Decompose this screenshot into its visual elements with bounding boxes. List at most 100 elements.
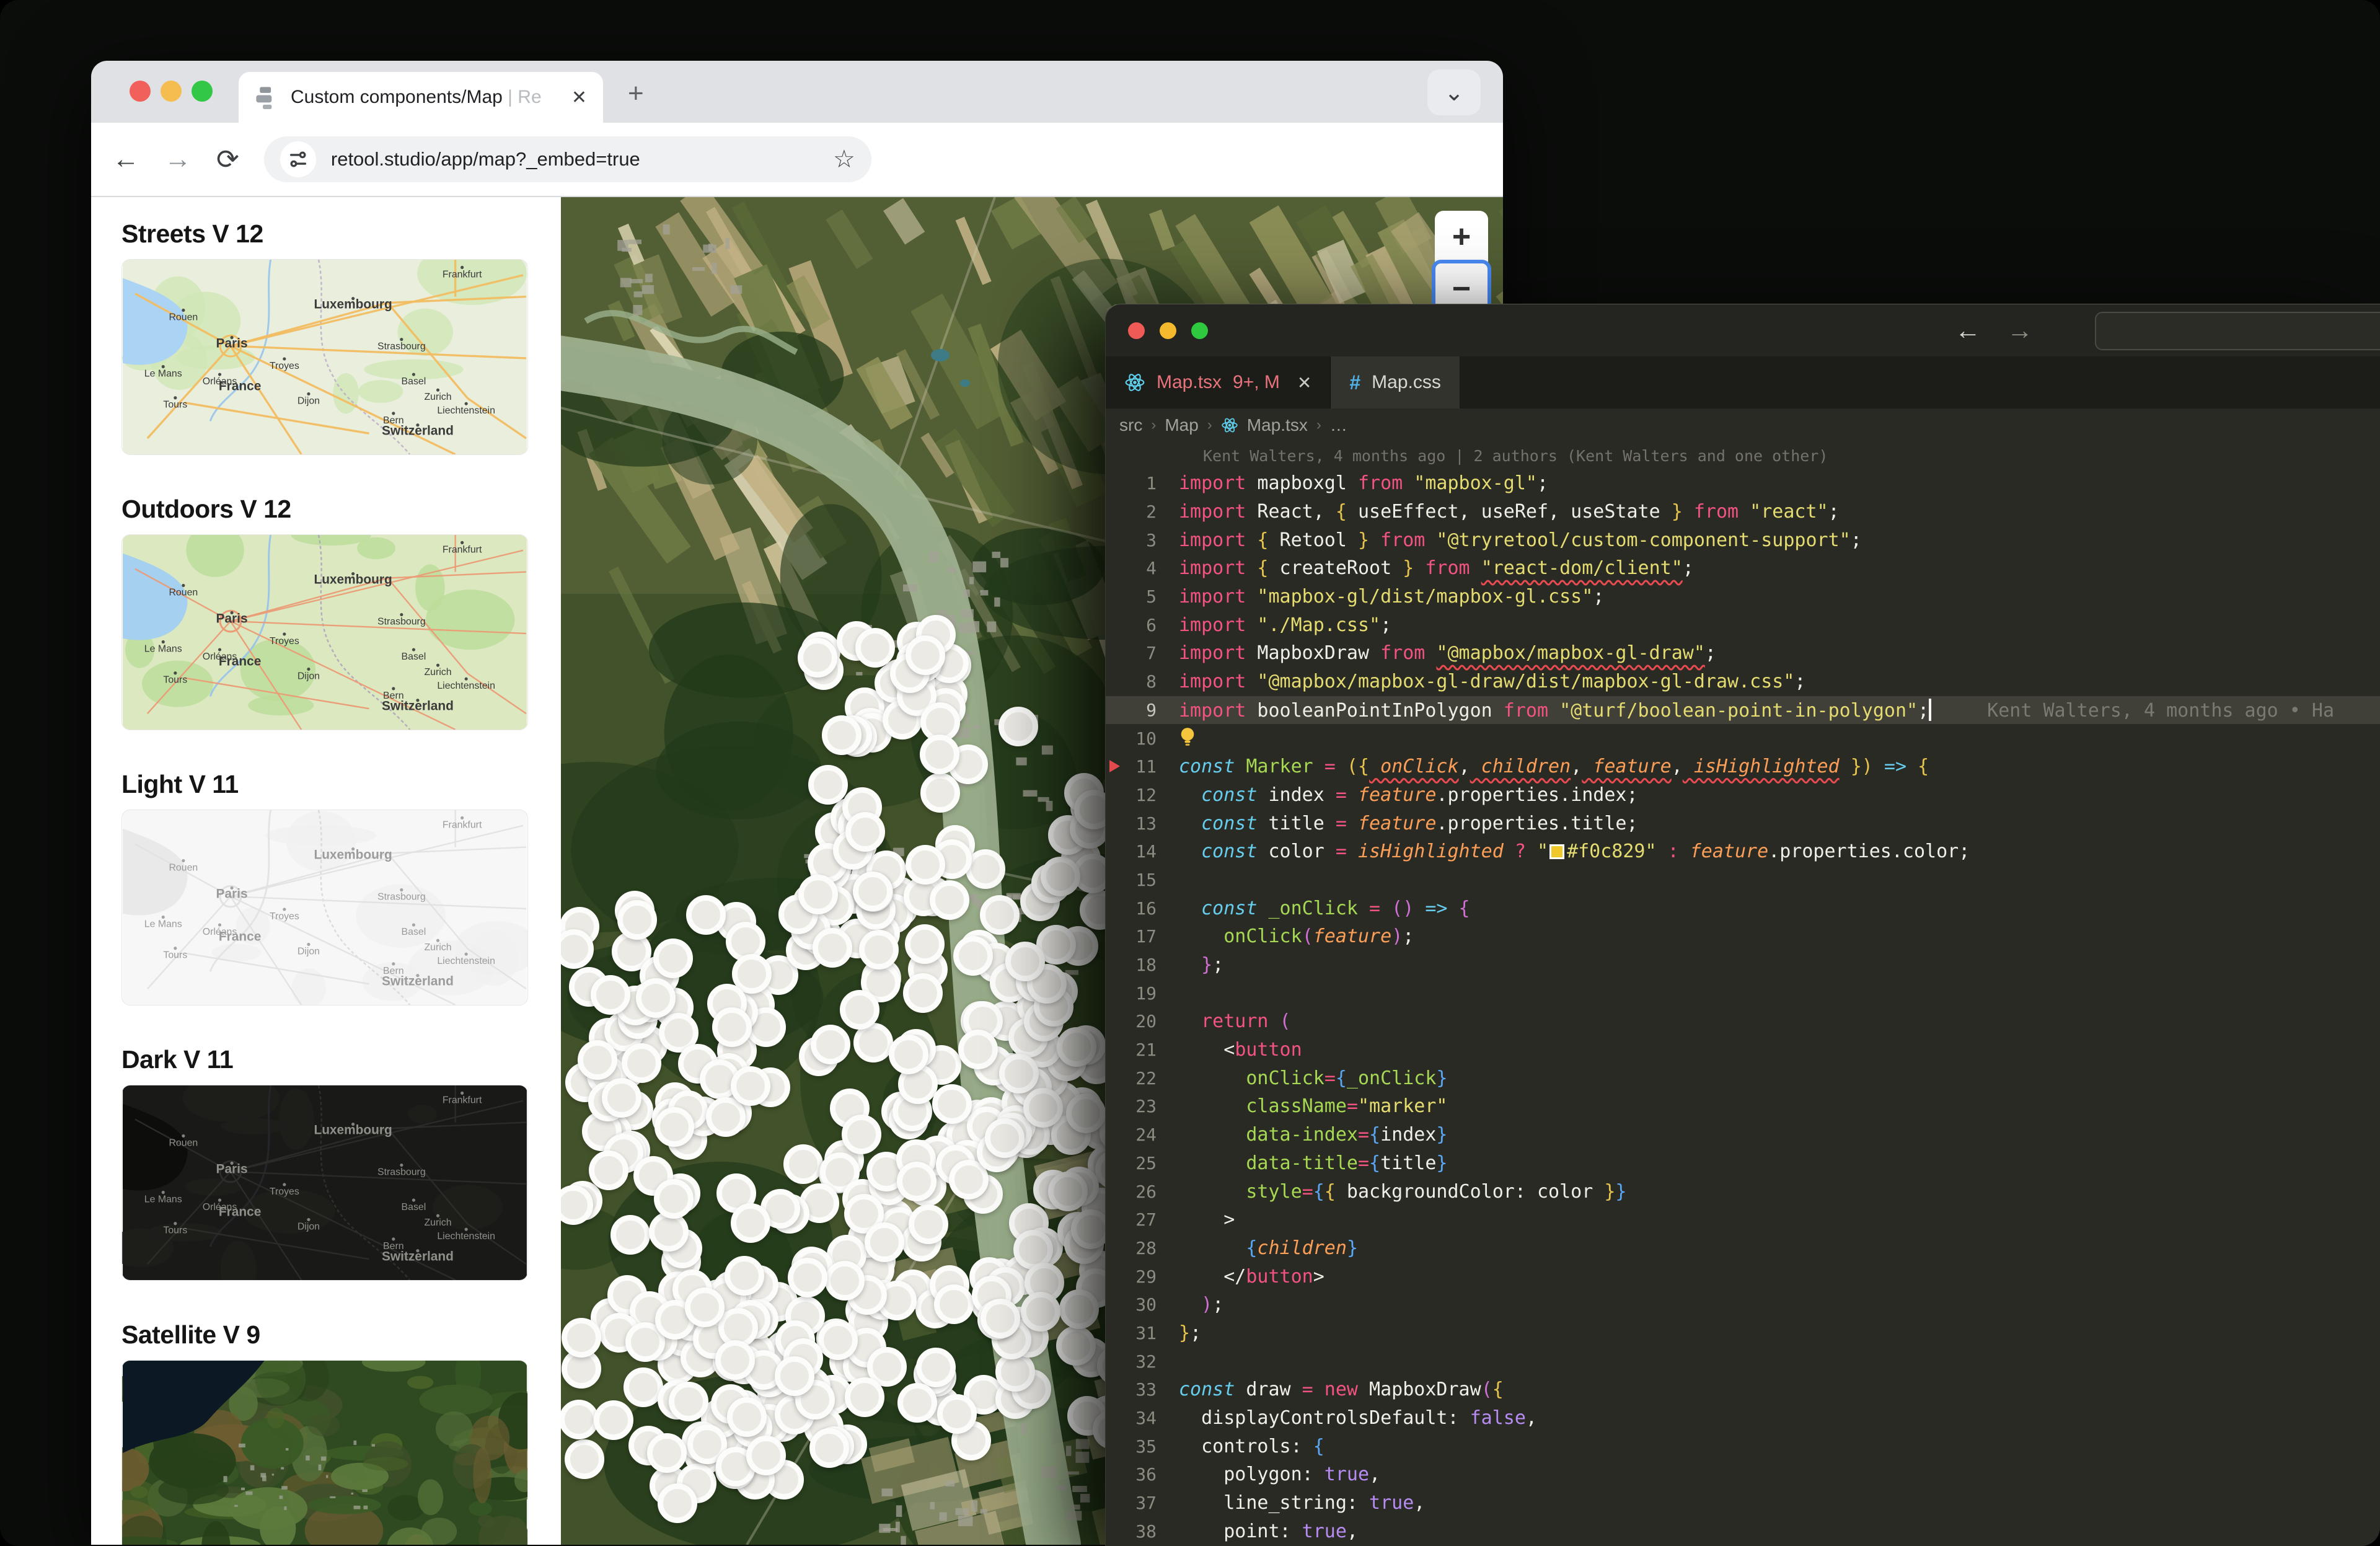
- breadcrumb[interactable]: src›Map›Map.tsx›…: [1106, 409, 2380, 442]
- code-line-12[interactable]: 12 const index = feature.properties.inde…: [1106, 781, 2380, 810]
- map-marker[interactable]: [617, 900, 657, 940]
- code-line-20[interactable]: 20 return (: [1106, 1007, 2380, 1036]
- map-marker[interactable]: [855, 628, 895, 668]
- map-marker[interactable]: [1059, 1289, 1099, 1329]
- map-marker[interactable]: [808, 765, 848, 805]
- map-marker[interactable]: [1056, 1326, 1096, 1366]
- tab-close-icon[interactable]: ✕: [1297, 373, 1311, 393]
- code-line-9[interactable]: 9import booleanPointInPolygon from "@tur…: [1106, 696, 2380, 725]
- map-marker[interactable]: [654, 1107, 694, 1147]
- map-marker[interactable]: [930, 880, 969, 920]
- map-marker[interactable]: [980, 895, 1020, 935]
- map-marker[interactable]: [920, 773, 960, 813]
- map-style-thumbnail-streets[interactable]: ParisFranceLuxembourgSwitzerlandZurichFr…: [121, 259, 528, 455]
- site-settings-icon[interactable]: [280, 141, 316, 177]
- zoom-in-button[interactable]: +: [1435, 211, 1488, 263]
- code-line-33[interactable]: 33const draw = new MapboxDraw({: [1106, 1376, 2380, 1404]
- code-line-22[interactable]: 22 onClick={_onClick}: [1106, 1064, 2380, 1092]
- map-marker[interactable]: [1066, 1093, 1106, 1133]
- editor-close-button[interactable]: [1128, 322, 1145, 339]
- code-line-10[interactable]: 10: [1106, 724, 2380, 753]
- code-line-38[interactable]: 38 point: true,: [1106, 1517, 2380, 1545]
- code-line-34[interactable]: 34 displayControlsDefault: false,: [1106, 1404, 2380, 1433]
- breadcrumb-item[interactable]: …: [1330, 415, 1347, 435]
- new-tab-button[interactable]: +: [628, 78, 644, 109]
- code-line-21[interactable]: 21 <button: [1106, 1036, 2380, 1064]
- map-marker[interactable]: [636, 978, 676, 1018]
- code-line-35[interactable]: 35 controls: {: [1106, 1432, 2380, 1460]
- map-marker[interactable]: [561, 1400, 599, 1439]
- map-marker[interactable]: [840, 990, 879, 1030]
- map-marker[interactable]: [653, 939, 693, 978]
- code-line-17[interactable]: 17 onClick(feature);: [1106, 922, 2380, 951]
- lightbulb-icon[interactable]: [1179, 727, 1196, 752]
- code-line-11[interactable]: 11const Marker = ({ onClick, children, f…: [1106, 753, 2380, 781]
- forward-button[interactable]: →: [164, 144, 192, 175]
- map-marker[interactable]: [1041, 857, 1080, 896]
- map-marker[interactable]: [783, 1144, 823, 1184]
- map-marker[interactable]: [731, 1203, 770, 1243]
- map-marker[interactable]: [998, 707, 1038, 746]
- code-line-5[interactable]: 5import "mapbox-gl/dist/mapbox-gl.css";: [1106, 583, 2380, 611]
- tab-close-icon[interactable]: ✕: [571, 87, 587, 108]
- editor-command-search-box[interactable]: [2095, 312, 2380, 350]
- map-marker[interactable]: [903, 973, 943, 1013]
- code-line-1[interactable]: 1import mapboxgl from "mapbox-gl";: [1106, 469, 2380, 498]
- map-marker[interactable]: [813, 928, 852, 968]
- map-marker[interactable]: [798, 875, 838, 914]
- code-line-26[interactable]: 26 style={{ backgroundColor: color }}: [1106, 1177, 2380, 1206]
- map-marker[interactable]: [727, 1397, 767, 1437]
- minimize-window-button[interactable]: [161, 81, 182, 102]
- editor-back-icon[interactable]: ←: [1955, 316, 1981, 345]
- map-marker[interactable]: [818, 1320, 858, 1360]
- bookmark-star-icon[interactable]: ☆: [833, 145, 855, 174]
- map-marker[interactable]: [624, 1367, 663, 1407]
- map-marker[interactable]: [809, 1428, 849, 1468]
- code-line-16[interactable]: 16 const _onClick = () => {: [1106, 894, 2380, 922]
- editor-forward-icon[interactable]: →: [2007, 316, 2033, 345]
- map-marker[interactable]: [1023, 1088, 1063, 1128]
- map-marker[interactable]: [725, 1256, 764, 1296]
- map-marker[interactable]: [594, 1400, 633, 1440]
- code-area[interactable]: 1import mapboxgl from "mapbox-gl";2impor…: [1106, 469, 2380, 1546]
- map-marker[interactable]: [953, 936, 993, 976]
- reload-button[interactable]: ⟳: [216, 144, 239, 175]
- editor-maximize-button[interactable]: [1191, 322, 1208, 339]
- code-line-18[interactable]: 18 };: [1106, 951, 2380, 979]
- map-marker[interactable]: [897, 1383, 937, 1423]
- code-line-13[interactable]: 13 const title = feature.properties.titl…: [1106, 809, 2380, 837]
- map-marker[interactable]: [889, 1035, 928, 1074]
- map-marker[interactable]: [706, 1097, 746, 1137]
- map-marker[interactable]: [562, 1318, 601, 1358]
- code-line-25[interactable]: 25 data-title={title}: [1106, 1149, 2380, 1178]
- map-marker[interactable]: [958, 1030, 998, 1069]
- map-style-thumbnail-outdoors[interactable]: ParisFranceLuxembourgSwitzerlandZurichFr…: [121, 534, 528, 730]
- editor-tab-Map.tsx[interactable]: Map.tsx9+, M✕: [1106, 356, 1331, 409]
- code-line-19[interactable]: 19: [1106, 979, 2380, 1007]
- map-marker[interactable]: [811, 1025, 850, 1064]
- map-marker[interactable]: [920, 735, 959, 774]
- code-line-14[interactable]: 14 const color = isHighlighted ? "#f0c82…: [1106, 837, 2380, 866]
- map-marker[interactable]: [788, 1258, 827, 1297]
- map-marker[interactable]: [622, 1043, 661, 1083]
- map-marker[interactable]: [985, 1118, 1025, 1158]
- map-marker[interactable]: [610, 1215, 650, 1255]
- code-line-23[interactable]: 23 className="marker": [1106, 1092, 2380, 1121]
- map-style-thumbnail-satellite[interactable]: [121, 1360, 528, 1545]
- code-line-6[interactable]: 6import "./Map.css";: [1106, 611, 2380, 639]
- map-marker[interactable]: [712, 1007, 752, 1047]
- code-line-8[interactable]: 8import "@mapbox/mapbox-gl-draw/dist/map…: [1106, 668, 2380, 696]
- code-line-36[interactable]: 36 polygon: true,: [1106, 1460, 2380, 1489]
- code-line-28[interactable]: 28 {children}: [1106, 1234, 2380, 1263]
- map-marker[interactable]: [654, 1179, 694, 1219]
- map-marker[interactable]: [842, 1115, 881, 1154]
- code-line-15[interactable]: 15: [1106, 866, 2380, 894]
- close-window-button[interactable]: [130, 81, 151, 102]
- map-marker[interactable]: [775, 1356, 814, 1396]
- map-marker[interactable]: [916, 1348, 956, 1387]
- map-marker[interactable]: [685, 1288, 725, 1327]
- browser-tab[interactable]: Custom components/Map | Re ✕: [239, 72, 603, 123]
- code-line-30[interactable]: 30 );: [1106, 1291, 2380, 1319]
- map-marker[interactable]: [905, 924, 945, 964]
- map-marker[interactable]: [565, 1439, 604, 1479]
